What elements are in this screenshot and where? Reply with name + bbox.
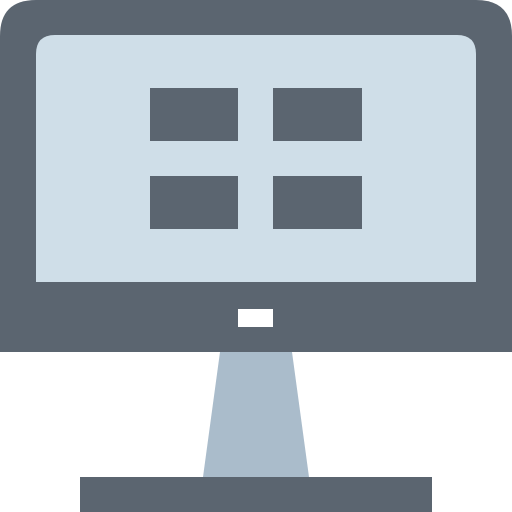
window-tile-top-left	[150, 88, 238, 141]
window-tile-bottom-right	[273, 176, 362, 229]
power-indicator	[238, 309, 273, 327]
desktop-computer-icon	[0, 0, 512, 512]
monitor-stand-neck	[203, 352, 309, 477]
window-tile-bottom-left	[150, 176, 238, 229]
icon-canvas	[0, 0, 512, 512]
window-tile-top-right	[273, 88, 362, 141]
monitor-screen	[36, 35, 476, 282]
monitor-base	[80, 477, 432, 512]
